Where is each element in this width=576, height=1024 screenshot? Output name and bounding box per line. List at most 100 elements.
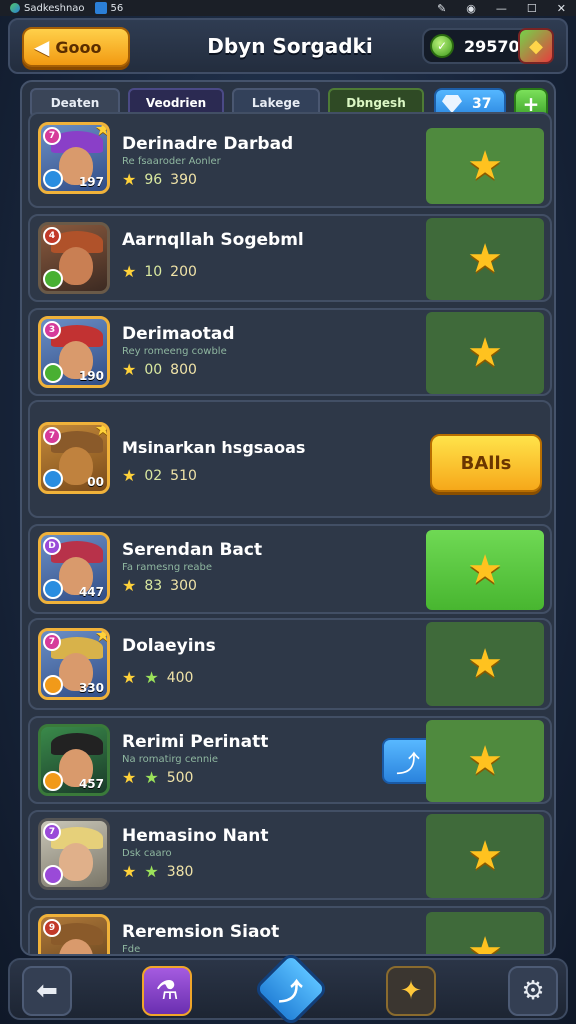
back-arrow-button[interactable]: ⬅ [22,966,72,1016]
avatar: D 447 [38,532,110,604]
star-icon: ★ [122,262,137,281]
maximize-icon[interactable]: ☐ [527,2,537,15]
avatar: 4 [38,222,110,294]
close-icon[interactable]: ✕ [557,2,566,15]
stat-value-2: 200 [170,263,197,280]
star-icon: ★ [122,466,137,485]
back-arrow-icon: ◀ [34,35,50,59]
class-badge-icon [43,363,63,383]
stat-value-1: 02 [144,467,163,484]
top-header: ◀ Gooo Dbyn Sorgadki ✓ 29570 ◆ [8,18,568,74]
app-icon [10,3,20,13]
character-name: Serendan Bact [122,540,263,560]
gear-icon: ⚙ [521,976,545,1006]
green-star-icon: ★ [144,862,159,881]
avatar: 457 [38,724,110,796]
rank-badge-icon: 7 [43,427,61,445]
class-badge-icon [43,675,63,695]
rewards-button[interactable]: ✦ [386,966,436,1016]
avatar: 7 ★ 00 [38,422,110,494]
favorite-button[interactable]: ★ [426,312,544,394]
favorite-button[interactable]: ★ [426,218,544,300]
favorite-star-icon: ★ [94,422,110,440]
bottom-nav-bar: ⬅ ⚗ ⤴ ✦ ⚙ [8,950,568,1024]
character-stats: ★ ★ 500 [122,768,193,787]
avatar-level: 197 [78,175,104,189]
favorite-star-icon: ★ [94,122,110,140]
window-icon [94,2,107,14]
stat-value-1: 00 [144,361,163,378]
avatar: 7 [38,818,110,890]
avatar: 3 190 [38,316,110,388]
avatar-level: 00 [87,475,104,489]
star-icon: ★ [122,862,137,881]
os-number: 56 [110,2,124,14]
bag-icon: ✦ [400,976,422,1006]
character-subtitle: Dsk caaro [122,848,172,859]
avatar-level: 457 [78,777,104,791]
rank-badge-icon: 7 [43,633,61,651]
favorite-button[interactable]: ★ [426,128,544,204]
class-badge-icon [43,469,63,489]
back-button[interactable]: ◀ Gooo [22,27,130,67]
rank-badge-icon: D [43,537,61,555]
home-arrow-icon: ⤴ [279,977,303,1006]
stat-value-2: 390 [170,171,197,188]
character-subtitle: Fde [122,944,141,955]
character-subtitle: Fa ramesng reabe [122,562,213,573]
character-stats: ★ ★ 380 [122,862,193,881]
favorite-button[interactable]: ★ [426,720,544,802]
list-item[interactable]: 457 Rerimi Perinatt Na romatirg cennie ★… [28,716,552,804]
stat-value-2: 400 [166,669,194,686]
rank-badge-icon: 7 [43,127,61,145]
favorite-button[interactable]: ★ [426,622,544,706]
list-item[interactable]: 3 190 Derimaotad Rey romeeng cowble ★ 00… [28,308,552,396]
stat-value-1: 10 [144,263,163,280]
minimize-icon[interactable]: — [496,2,507,15]
stat-value-2: 500 [166,769,194,786]
list-item[interactable]: 4 Aarnqllah Sogebml ★ 10 200 ★ [28,214,552,302]
class-badge-icon [43,865,63,885]
list-item[interactable]: 7 ★ 197 Derinadre Darbad Re fsaaroder Ao… [28,112,552,208]
character-stats: ★ 96 390 [122,170,197,189]
character-stats: ★ 10 200 [122,262,197,281]
class-badge-icon [43,771,63,791]
settings-button[interactable]: ⚙ [508,966,558,1016]
list-item[interactable]: D 447 Serendan Bact Fa ramesng reabe ★ 8… [28,524,552,614]
os-title-bar: Sadkeshnao 56 ✎ ◉ — ☐ ✕ [0,0,576,16]
coin-amount: 29570 [464,36,520,56]
rank-badge-icon: 4 [43,227,61,245]
rank-badge-icon: 9 [43,919,61,937]
rank-badge-icon: 3 [43,321,61,339]
star-icon: ★ [122,768,137,787]
arrow-left-icon: ⬅ [36,976,58,1006]
class-badge-icon [43,169,63,189]
back-label: Gooo [55,37,102,57]
pin-icon[interactable]: ✎ [437,2,446,15]
add-currency-button[interactable]: ◆ [518,28,554,64]
potion-button[interactable]: ⚗ [142,966,192,1016]
app-name: Sadkeshnao [24,2,85,14]
list-item[interactable]: 9 Reremsion Siaot Fde ★ [28,906,552,955]
character-stats: ★ 83 300 [122,576,197,595]
favorite-button[interactable]: ★ [426,814,544,898]
character-name: Msinarkan hsgsaoas [122,438,306,457]
green-star-icon: ★ [144,768,159,787]
star-icon: ★ [122,360,137,379]
home-button[interactable]: ⤴ [252,950,330,1024]
list-item[interactable]: 7 ★ 330 Dolaeyins ★ ★ 400 ★ [28,618,552,710]
record-icon[interactable]: ◉ [466,2,476,15]
gem-amount: 37 [472,96,492,112]
gem-icon [442,95,462,113]
star-icon: ★ [122,170,137,189]
favorite-button[interactable]: ★ [426,912,544,954]
character-name: Rerimi Perinatt [122,732,269,752]
character-stats: ★ 02 510 [122,466,197,485]
coin-counter[interactable]: ✓ 29570 ◆ [422,28,554,64]
avatar-level: 447 [78,585,104,599]
list-item[interactable]: 7 ★ 00 Msinarkan hsgsaoas ★ 02 510 BAlls [28,400,552,518]
favorite-button[interactable]: ★ [426,530,544,610]
claim-button[interactable]: BAlls [430,434,542,492]
list-item[interactable]: 7 Hemasino Nant Dsk caaro ★ ★ 380 ★ [28,810,552,900]
character-name: Dolaeyins [122,636,216,656]
